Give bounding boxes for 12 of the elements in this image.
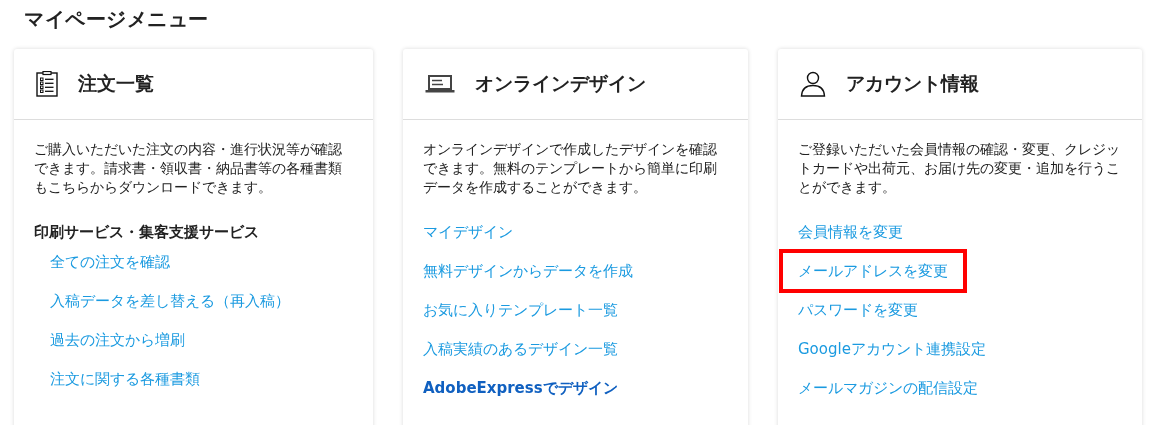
- page-title: マイページメニュー: [23, 6, 210, 33]
- card-description: ご登録いただいた会員情報の確認・変更、クレジットカードや出荷元、お届け先の変更・追加を行うことができます。: [798, 140, 1121, 197]
- card-title: アカウント情報: [846, 71, 979, 96]
- menu-link[interactable]: メールアドレスを変更: [779, 249, 967, 293]
- person-icon: [800, 71, 826, 97]
- section-heading: 印刷サービス・集客支援サービス: [34, 222, 260, 242]
- card-description: オンラインデザインで作成したデザインを確認できます。無料のテンプレートから簡単に印刷データを作成することができます。: [423, 140, 718, 197]
- laptop-icon: [425, 74, 455, 94]
- card-title: 注文一覧: [78, 71, 154, 96]
- card-title: オンラインデザイン: [475, 71, 646, 96]
- card-description: ご購入いただいた注文の内容・進行状況等が確認できます。請求書・領収書・納品書等の各種書類もこちらからダウンロードできます。: [34, 140, 343, 197]
- list-icon: [36, 71, 58, 97]
